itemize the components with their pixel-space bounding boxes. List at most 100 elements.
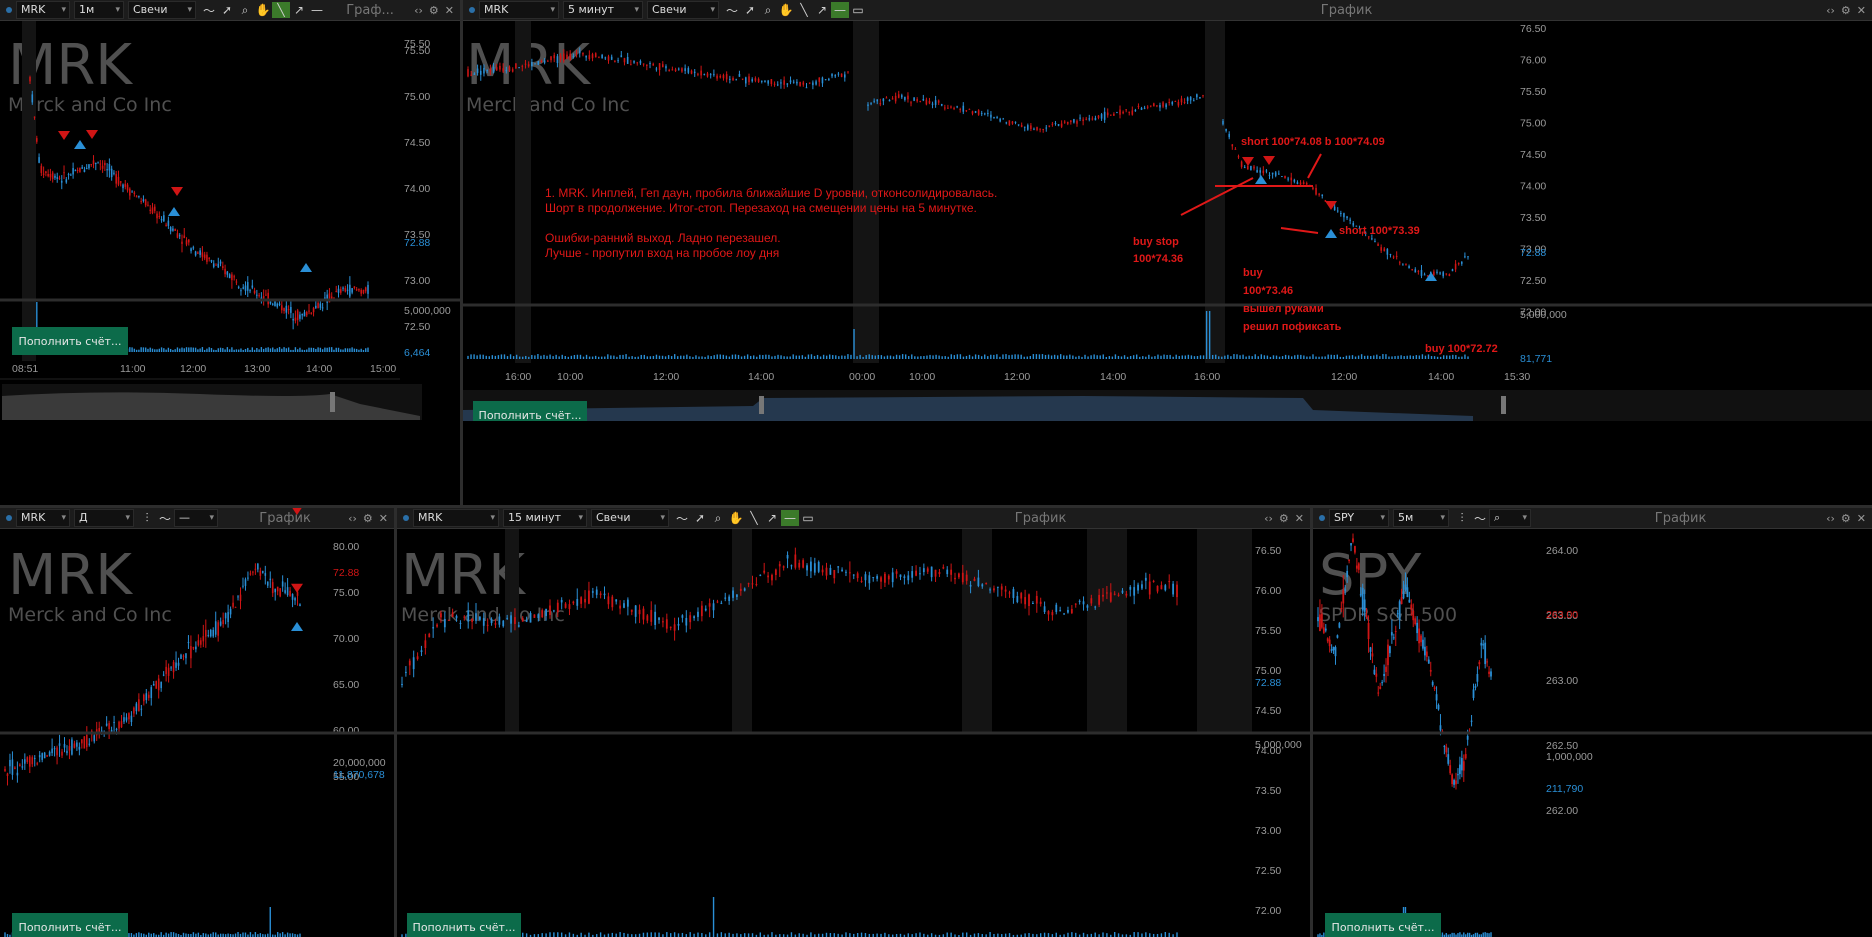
splitter[interactable] xyxy=(460,0,463,505)
candle xyxy=(681,68,683,72)
volume-bar xyxy=(825,355,828,359)
candle xyxy=(831,73,833,77)
candle xyxy=(233,276,235,278)
candle xyxy=(1319,614,1321,632)
volume-bar xyxy=(622,354,624,359)
candle xyxy=(1420,635,1422,643)
candle xyxy=(486,69,488,72)
volume-bar xyxy=(217,348,219,352)
time-tick: 14:00 xyxy=(1100,371,1126,383)
candle xyxy=(1336,635,1339,638)
splitter[interactable] xyxy=(0,505,1872,508)
candle xyxy=(805,87,808,89)
candle xyxy=(292,319,294,321)
candle xyxy=(1377,692,1380,694)
candle xyxy=(42,173,45,175)
volume-bar xyxy=(208,347,210,352)
candle xyxy=(1152,580,1155,582)
price-chart[interactable]: 76.5076.0075.5075.0074.5074.0073.5073.00… xyxy=(397,508,1310,937)
splitter[interactable] xyxy=(1310,508,1313,937)
candle xyxy=(1346,216,1348,219)
volume-bar xyxy=(1488,933,1490,937)
volume-bar xyxy=(344,348,347,352)
volume-bar xyxy=(272,347,274,352)
candle xyxy=(674,69,677,72)
candle xyxy=(824,79,827,81)
candle xyxy=(844,74,846,78)
candle xyxy=(169,227,172,232)
candle xyxy=(155,681,158,689)
candle xyxy=(19,764,21,766)
candle xyxy=(176,233,179,238)
candle xyxy=(26,757,29,763)
candle xyxy=(1086,605,1089,608)
volume-bar xyxy=(1360,354,1363,359)
candle xyxy=(1153,103,1155,107)
candle xyxy=(156,213,158,219)
fund-account-button[interactable]: Пополнить счёт... xyxy=(1325,913,1441,937)
volume-bar xyxy=(1312,354,1314,359)
price-chart[interactable]: 75.5075.0074.5074.0073.5073.0072.5072.88… xyxy=(0,0,460,421)
fund-account-button[interactable]: Пополнить счёт... xyxy=(473,401,587,421)
candle xyxy=(897,94,900,98)
candle xyxy=(560,599,563,603)
candle xyxy=(965,574,968,581)
volume-bar xyxy=(317,347,319,352)
session-shade xyxy=(1197,529,1252,734)
price-tick: 80.00 xyxy=(333,541,359,553)
candle xyxy=(1333,206,1336,211)
candle xyxy=(265,294,267,296)
volume-bar xyxy=(165,349,167,352)
price-chart[interactable]: 264.00263.50263.00262.50262.00263.001,00… xyxy=(1313,508,1872,937)
volume-bar xyxy=(1208,311,1211,359)
volume-bar xyxy=(1151,356,1153,359)
volume-bar xyxy=(1291,356,1293,359)
candle xyxy=(511,69,514,72)
candle xyxy=(615,599,618,602)
volume-bar xyxy=(838,356,840,359)
candle xyxy=(959,108,962,110)
volume-bar xyxy=(1032,354,1035,359)
volume-bar xyxy=(294,347,297,352)
candle xyxy=(1063,121,1066,123)
volume-bar xyxy=(1060,354,1062,359)
fund-account-button[interactable]: Пополнить счёт... xyxy=(12,913,128,937)
volume-bar xyxy=(989,932,991,937)
candle xyxy=(324,297,326,299)
candle xyxy=(1128,111,1131,113)
candle xyxy=(172,661,175,673)
candle xyxy=(195,646,197,650)
candle xyxy=(876,576,879,579)
volume-bar xyxy=(1239,355,1241,359)
volume-bar xyxy=(362,349,365,352)
candle xyxy=(1357,563,1360,570)
volume-bar xyxy=(337,347,340,352)
candle xyxy=(21,766,24,768)
candle xyxy=(1259,170,1262,173)
candle xyxy=(1340,608,1343,610)
fund-account-button[interactable]: Пополнить счёт... xyxy=(407,913,521,937)
volume-bar xyxy=(500,354,503,359)
volume-bar xyxy=(938,355,940,359)
volume-bar xyxy=(1105,356,1107,359)
volume-bar xyxy=(661,355,664,359)
price-chart[interactable]: 80.0075.0070.0065.0060.0055.0072.8820,00… xyxy=(0,508,394,937)
candle xyxy=(1234,148,1237,150)
volume-bar xyxy=(1457,933,1459,937)
volume-bar xyxy=(1218,356,1220,359)
candle xyxy=(729,78,731,80)
volume-bar xyxy=(1455,355,1457,359)
fund-account-button[interactable]: Пополнить счёт... xyxy=(12,327,128,355)
candle xyxy=(1425,651,1428,657)
candle xyxy=(271,582,274,594)
splitter[interactable] xyxy=(394,508,397,937)
volume-bar xyxy=(234,933,237,937)
last-price: 72.88 xyxy=(333,567,359,579)
volume-bar xyxy=(725,355,728,359)
candle xyxy=(1237,156,1240,158)
volume-bar xyxy=(319,347,322,352)
candle xyxy=(1165,104,1167,108)
volume-bar xyxy=(1111,356,1114,359)
candle xyxy=(342,287,344,289)
candle xyxy=(475,613,477,621)
